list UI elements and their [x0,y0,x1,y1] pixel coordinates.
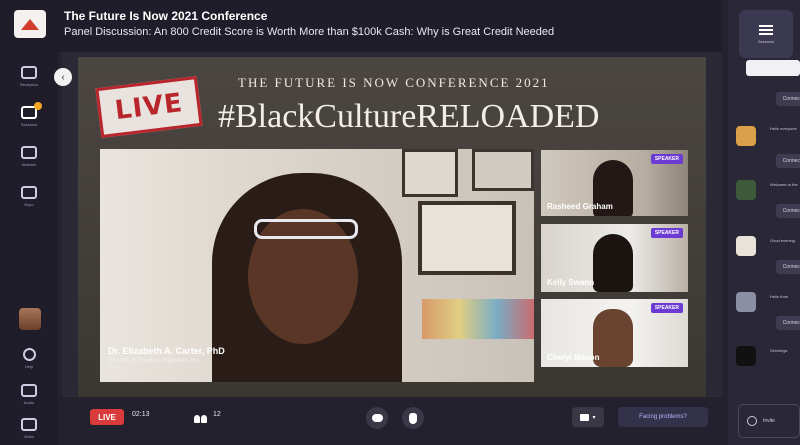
chevron-down-icon: ▾ [592,414,596,421]
rail-item-video[interactable]: Video [0,408,58,445]
rail-item-network[interactable]: Network [0,136,58,176]
connect-button[interactable]: Connect [776,260,800,274]
people-icon [194,409,210,423]
event-logo[interactable] [14,10,46,38]
wall-frame [472,149,534,191]
rail-item-reception[interactable]: Reception [0,56,58,96]
tab-label: Sessions [757,38,775,44]
speaker-glasses [254,219,358,239]
raise-hand-button[interactable] [402,407,424,429]
invite-label: Invite [763,418,775,424]
controls-bar: LIVE 02:13 12 ▾ Facing problems? [62,397,722,445]
hand-icon [409,412,417,424]
connect-button[interactable]: Connect [776,154,800,168]
chevron-left-icon: ‹ [61,71,65,83]
message-text: Welcome to the [770,182,798,187]
message-text: Greetings [770,348,788,353]
help-icon [22,347,36,361]
menu-icon [759,24,773,35]
speaker-tile[interactable]: SPEAKER Cheryl Mason [541,299,688,367]
avatar[interactable] [736,292,756,312]
avatar[interactable] [736,236,756,256]
chat-icon [371,414,383,422]
connect-button[interactable]: Connect [776,92,800,106]
avatar[interactable] [736,126,756,146]
rail-item-help[interactable]: Help [0,338,58,378]
reception-icon [21,65,37,79]
logo-mark-icon [21,18,39,30]
avatar[interactable] [736,346,756,366]
invite-button[interactable]: Invite [738,404,800,438]
plus-icon [747,416,757,426]
conference-hashtag: #BlackCultureRELOADED [218,98,600,135]
viewer-count: 12 [213,411,221,418]
bookshelf [422,299,534,339]
speaker-tile[interactable]: SPEAKER Kelly Swann [541,224,688,292]
speaker-role: Director of Finance, Highmark, Inc. [108,358,201,364]
screen-share-button[interactable]: ▾ [572,407,604,427]
rail-item-sessions[interactable]: Sessions [0,96,58,136]
network-icon [21,145,37,159]
speaker-name: Dr. Elizabeth A. Carter, PhD [108,346,225,356]
rail-item-label: Help [24,363,34,369]
session-title: Panel Discussion: An 800 Credit Score is… [64,26,555,38]
wall-certificate [418,201,516,275]
right-panel: Sessions Connect Hello everyone Connect … [728,0,800,445]
speaker-label: Dr. Elizabeth A. Carter, PhD Director of… [108,346,225,371]
rail-item-label: Reception [19,81,38,87]
tile-name: Kelly Swann [547,278,595,287]
wall-frame [402,149,458,197]
screen-icon [580,413,590,421]
app-window: The Future Is Now 2021 Conference Panel … [0,0,800,445]
rail-item-expo[interactable]: Expo [0,176,58,216]
speaker-tile[interactable]: SPEAKER Rasheed Graham [541,150,688,216]
connect-button[interactable]: Connect [776,204,800,218]
live-indicator: LIVE [90,409,124,425]
chat-button[interactable] [366,407,388,429]
audio-icon [21,383,37,397]
live-stamp-text: LIVE [113,87,185,127]
speaker-location: USA [108,365,119,371]
search-input[interactable] [746,60,800,76]
header: The Future Is Now 2021 Conference Panel … [0,0,722,52]
message-text: Good evening [770,238,795,243]
collapse-rail-button[interactable]: ‹ [54,68,72,86]
rail-item-label: Sessions [20,121,38,127]
expo-icon [21,185,37,199]
rail-item-label: Video [23,433,35,439]
speaker-badge: SPEAKER [650,228,683,238]
facing-problems-button[interactable]: Facing problems? [618,407,708,427]
session-timer: 02:13 [132,411,150,418]
avatar[interactable] [736,180,756,200]
tab-sessions[interactable]: Sessions [739,10,793,58]
main-speaker-video[interactable]: Dr. Elizabeth A. Carter, PhD Director of… [100,149,534,382]
tile-person [593,234,633,292]
message-text: Hello everyone [770,126,797,131]
rail-item-label: Network [21,161,37,167]
speaker-badge: SPEAKER [650,154,683,164]
rail-item-label: Expo [24,201,34,207]
video-icon [21,417,37,431]
user-avatar[interactable] [19,308,41,330]
rail-item-label: Audio [23,399,35,405]
message-text: Hello from [770,294,789,299]
conference-name: THE FUTURE IS NOW CONFERENCE 2021 [238,75,550,90]
tile-name: Cheryl Mason [547,353,600,362]
notification-badge [34,102,42,110]
connect-button[interactable]: Connect [776,316,800,330]
tile-name: Rasheed Graham [547,202,613,211]
left-rail: Reception Sessions Network Expo Help Aud… [0,52,58,445]
live-stamp: LIVE [95,75,203,139]
event-title: The Future Is Now 2021 Conference [64,9,268,23]
speaker-badge: SPEAKER [650,303,683,313]
